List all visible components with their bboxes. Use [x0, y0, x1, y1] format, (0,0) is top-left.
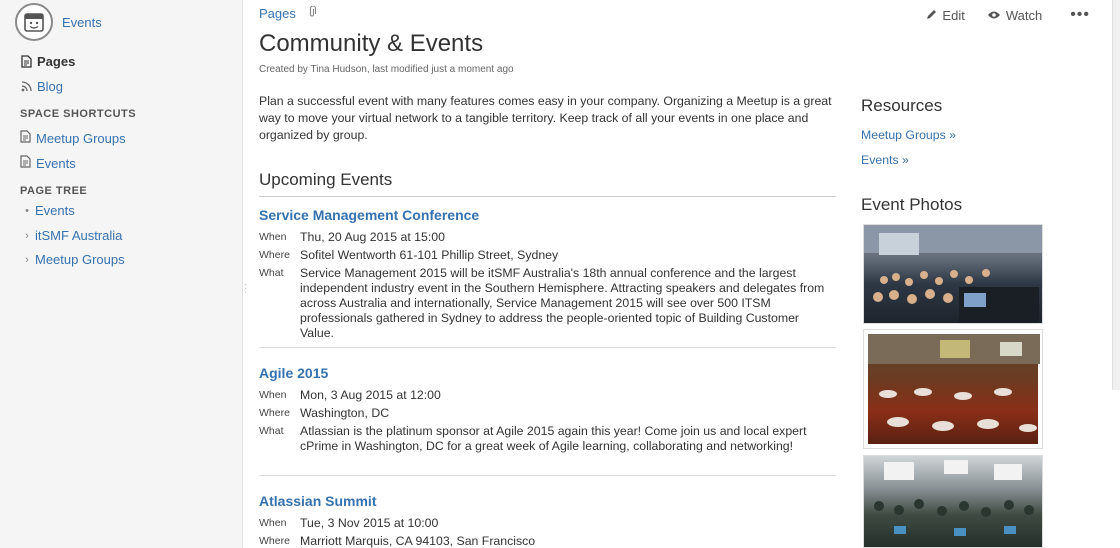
shortcut-label: Meetup Groups: [36, 130, 126, 146]
sidebar-item-label: Pages: [37, 54, 76, 69]
calendar-face-icon[interactable]: [15, 3, 53, 41]
resources-heading: Resources: [861, 96, 943, 115]
chevron-right-icon[interactable]: ›: [22, 230, 32, 242]
watch-label: Watch: [1005, 7, 1043, 23]
event-photo[interactable]: [863, 329, 1043, 449]
sidebar-item-pages[interactable]: Pages: [20, 54, 75, 69]
shortcut-label: Events: [36, 155, 76, 171]
intro-paragraph: Plan a successful event with many featur…: [259, 94, 832, 142]
space-shortcuts-heading: SPACE SHORTCUTS: [20, 108, 137, 120]
event-title-link[interactable]: Atlassian Summit: [259, 493, 836, 509]
when-label: When: [259, 231, 287, 243]
tree-item-label: Events: [35, 203, 75, 218]
space-name-link[interactable]: Events: [62, 15, 102, 30]
event-where: Sofitel Wentworth 61-101 Phillip Street,…: [300, 248, 559, 262]
shortcut-events[interactable]: Events: [20, 155, 76, 171]
event-when: Mon, 3 Aug 2015 at 12:00: [300, 388, 441, 402]
event-item: Agile 2015 When Mon, 3 Aug 2015 at 12:00 …: [259, 365, 836, 457]
tree-item-itsmf-australia[interactable]: › itSMF Australia: [22, 228, 122, 243]
edit-label: Edit: [942, 7, 965, 23]
tree-item-label: itSMF Australia: [35, 228, 123, 243]
tree-item-meetup-groups[interactable]: › Meetup Groups: [22, 252, 125, 267]
watch-button[interactable]: Watch: [987, 8, 1042, 23]
paperclip-icon[interactable]: [308, 5, 316, 21]
sidebar-resize-handle[interactable]: · · ·: [244, 280, 247, 298]
when-label: When: [259, 517, 287, 529]
resource-link-events[interactable]: Events »: [861, 153, 909, 167]
where-label: Where: [259, 249, 290, 261]
event-title-link[interactable]: Service Management Conference: [259, 207, 836, 223]
page-icon: [20, 55, 32, 69]
event-photo[interactable]: [863, 455, 1043, 548]
shortcut-meetup-groups[interactable]: Meetup Groups: [20, 130, 126, 146]
event-item: Atlassian Summit When Tue, 3 Nov 2015 at …: [259, 493, 836, 548]
page-tree-heading: PAGE TREE: [20, 185, 88, 197]
where-label: Where: [259, 407, 290, 419]
tree-item-events[interactable]: • Events: [22, 203, 75, 218]
event-what: Service Management 2015 will be itSMF Au…: [300, 266, 825, 340]
breadcrumb-pages-link[interactable]: Pages: [259, 6, 296, 21]
event-when: Tue, 3 Nov 2015 at 10:00: [300, 516, 439, 530]
breadcrumb: Pages: [259, 5, 316, 21]
where-label: Where: [259, 535, 290, 547]
when-label: When: [259, 389, 287, 401]
event-where: Marriott Marquis, CA 94103, San Francisc…: [300, 534, 536, 548]
pencil-icon: [927, 10, 937, 19]
event-where: Washington, DC: [300, 406, 390, 420]
event-item: Service Management Conference When Thu, 2…: [259, 207, 836, 344]
event-photos-heading: Event Photos: [861, 195, 963, 214]
sidebar-item-label: Blog: [37, 79, 64, 94]
resource-link-meetup-groups[interactable]: Meetup Groups »: [861, 128, 956, 142]
divider: [259, 475, 836, 476]
what-label: What: [259, 267, 284, 279]
event-when: Thu, 20 Aug 2015 at 15:00: [300, 230, 445, 244]
chevron-right-icon[interactable]: ›: [22, 254, 32, 266]
page-scrollbar[interactable]: [1112, 0, 1120, 390]
page-byline: Created by Tina Hudson, last modified ju…: [259, 64, 514, 75]
bullet-icon: •: [25, 204, 29, 217]
divider: [259, 347, 836, 348]
event-what: Atlassian is the platinum sponsor at Agi…: [300, 424, 807, 453]
page-title: Community & Events: [259, 30, 484, 57]
page-icon: [20, 155, 31, 171]
eye-icon: [987, 11, 1000, 19]
what-label: What: [259, 425, 284, 437]
edit-button[interactable]: Edit: [925, 7, 965, 23]
more-actions-button[interactable]: •••: [1070, 6, 1090, 24]
space-header[interactable]: Events: [15, 3, 102, 41]
rss-icon: [20, 80, 32, 94]
tree-item-label: Meetup Groups: [35, 252, 125, 267]
event-photo[interactable]: [863, 224, 1043, 324]
upcoming-events-heading: Upcoming Events: [259, 170, 836, 197]
event-title-link[interactable]: Agile 2015: [259, 365, 836, 381]
sidebar: Events Pages Blog SPACE SHORTCUTS Meetup…: [0, 0, 243, 548]
sidebar-item-blog[interactable]: Blog: [20, 79, 63, 94]
page-icon: [20, 130, 31, 146]
page-actions: Edit Watch •••: [903, 6, 1090, 24]
